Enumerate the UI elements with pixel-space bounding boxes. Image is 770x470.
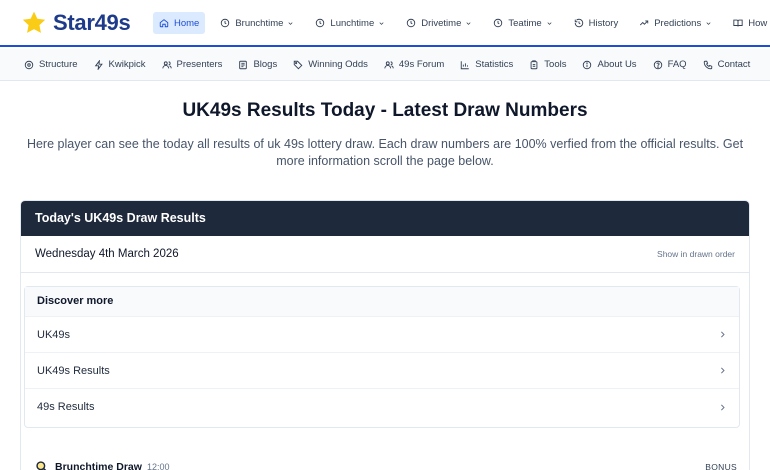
- chevron-down-icon: [288, 21, 293, 25]
- bonus-label: BONUS: [705, 462, 737, 470]
- clock-icon: [407, 18, 416, 28]
- home-icon: [159, 19, 169, 28]
- phone-icon: [703, 60, 712, 69]
- top-navigation: Star49s Home Brunchtime Lunchtime Drivet…: [0, 0, 770, 47]
- discover-item-49s-results[interactable]: 49s Results: [25, 389, 739, 425]
- magnifier-icon: [36, 461, 47, 470]
- discover-more-panel: Discover more UK49s UK49s Results 49s Re…: [24, 286, 740, 428]
- chevron-right-icon: [721, 331, 725, 338]
- users-icon: [161, 60, 172, 68]
- show-drawn-order-link[interactable]: Show in drawn order: [657, 249, 735, 259]
- history-icon: [574, 18, 583, 28]
- trending-up-icon: [640, 20, 649, 26]
- discover-more-title: Discover more: [25, 287, 739, 317]
- bar-chart-icon: [461, 60, 470, 69]
- nav-lunchtime[interactable]: Lunchtime: [309, 12, 391, 34]
- help-icon: [653, 60, 662, 69]
- subnav-winning-odds[interactable]: Winning Odds: [293, 59, 368, 70]
- clipboard-icon: [530, 59, 538, 69]
- nav-history[interactable]: History: [568, 12, 625, 34]
- structure-icon: [24, 60, 34, 69]
- nav-brunchtime[interactable]: Brunchtime: [214, 12, 300, 34]
- nav-teatime[interactable]: Teatime: [487, 12, 558, 34]
- chevron-down-icon: [466, 21, 471, 25]
- secondary-navigation: Structure Kwikpick Presenters Blogs Winn…: [0, 49, 770, 81]
- chevron-down-icon: [547, 21, 552, 25]
- nav-home[interactable]: Home: [153, 12, 206, 34]
- draw-time: 12:00: [146, 462, 170, 470]
- site-logo[interactable]: Star49s: [21, 10, 131, 36]
- subnav-presenters[interactable]: Presenters: [161, 59, 222, 70]
- intro-text: Here player can see the today all result…: [26, 137, 744, 168]
- subnav-tools[interactable]: Tools: [529, 59, 566, 70]
- chevron-right-icon: [721, 404, 725, 410]
- subnav-statistics[interactable]: Statistics: [460, 59, 513, 70]
- chevron-down-icon: [379, 21, 384, 25]
- draw-date-row: Wednesday 4th March 2026 Show in drawn o…: [21, 236, 749, 273]
- results-card: Today's UK49s Draw Results Wednesday 4th…: [20, 200, 750, 470]
- clock-icon: [494, 18, 503, 28]
- subnav-structure[interactable]: Structure: [24, 59, 78, 70]
- star-icon: [22, 11, 46, 33]
- subnav-faq[interactable]: FAQ: [653, 59, 687, 70]
- tag-icon: [293, 60, 303, 69]
- draw-name: Brunchtime Draw: [55, 461, 142, 470]
- discover-item-uk49s[interactable]: UK49s: [25, 317, 739, 353]
- info-icon: [583, 60, 592, 69]
- chevron-down-icon: [706, 21, 711, 25]
- subnav-contact[interactable]: Contact: [703, 59, 750, 70]
- clock-icon: [316, 18, 325, 28]
- draw-date: Wednesday 4th March 2026: [35, 248, 179, 260]
- subnav-about-us[interactable]: About Us: [582, 59, 637, 70]
- nav-how-to-play[interactable]: How to Play: [727, 12, 770, 34]
- discover-item-uk49s-results[interactable]: UK49s Results: [25, 353, 739, 389]
- clock-icon: [221, 18, 230, 28]
- subnav-kwikpick[interactable]: Kwikpick: [94, 59, 146, 70]
- page-title: UK49s Results Today - Latest Draw Number…: [182, 100, 588, 121]
- subnav-49s-forum[interactable]: 49s Forum: [384, 59, 444, 70]
- chevron-right-icon: [721, 367, 725, 374]
- brunchtime-draw-row: Brunchtime Draw 12:00 BONUS: [21, 456, 749, 470]
- nav-predictions[interactable]: Predictions: [633, 12, 718, 34]
- book-icon: [733, 19, 743, 27]
- logo-text: Star49s: [53, 10, 131, 35]
- forum-icon: [384, 60, 394, 68]
- document-icon: [239, 60, 248, 69]
- subnav-blogs[interactable]: Blogs: [238, 59, 277, 70]
- lightning-icon: [94, 59, 103, 70]
- nav-drivetime[interactable]: Drivetime: [400, 12, 478, 34]
- results-card-header: Today's UK49s Draw Results: [21, 201, 749, 236]
